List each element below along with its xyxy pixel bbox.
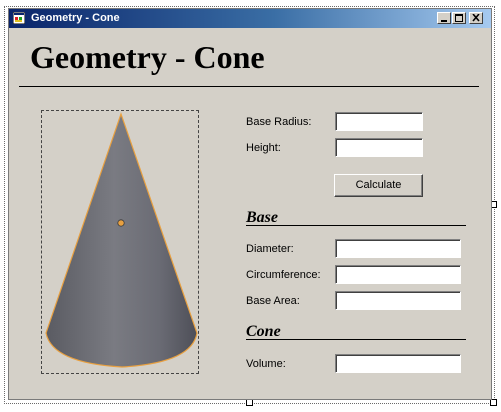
- resize-handle-corner[interactable]: [490, 399, 497, 406]
- cone-section-line: [246, 339, 466, 340]
- cone-image: [45, 112, 198, 368]
- title-divider: [19, 86, 479, 87]
- resize-handle-bottom[interactable]: [246, 399, 253, 406]
- close-button[interactable]: [469, 12, 483, 24]
- circumference-output[interactable]: [335, 265, 461, 284]
- height-input[interactable]: [335, 138, 423, 157]
- circumference-label: Circumference:: [246, 269, 321, 281]
- maximize-button[interactable]: [452, 12, 466, 24]
- form-window: Geometry - Cone Geometry - Cone Base Rad…: [8, 8, 492, 400]
- title-bar[interactable]: Geometry - Cone: [9, 9, 491, 28]
- base-area-label: Base Area:: [246, 295, 300, 307]
- form-icon: [13, 12, 25, 24]
- diameter-output[interactable]: [335, 239, 461, 258]
- base-radius-label: Base Radius:: [246, 116, 312, 128]
- base-section-line: [246, 225, 466, 226]
- minimize-button[interactable]: [437, 12, 451, 24]
- minimize-icon: [441, 20, 447, 22]
- height-label: Height:: [246, 142, 281, 154]
- calculate-button[interactable]: Calculate: [334, 174, 423, 197]
- base-area-output[interactable]: [335, 291, 461, 310]
- maximize-icon: [455, 14, 463, 22]
- volume-label: Volume:: [246, 358, 286, 370]
- close-icon: [472, 14, 480, 22]
- diameter-label: Diameter:: [246, 243, 294, 255]
- cone-picture-box: [41, 110, 199, 374]
- page-title: Geometry - Cone: [30, 39, 265, 75]
- volume-output[interactable]: [335, 354, 461, 373]
- base-radius-input[interactable]: [335, 112, 423, 131]
- window-title: Geometry - Cone: [31, 12, 120, 24]
